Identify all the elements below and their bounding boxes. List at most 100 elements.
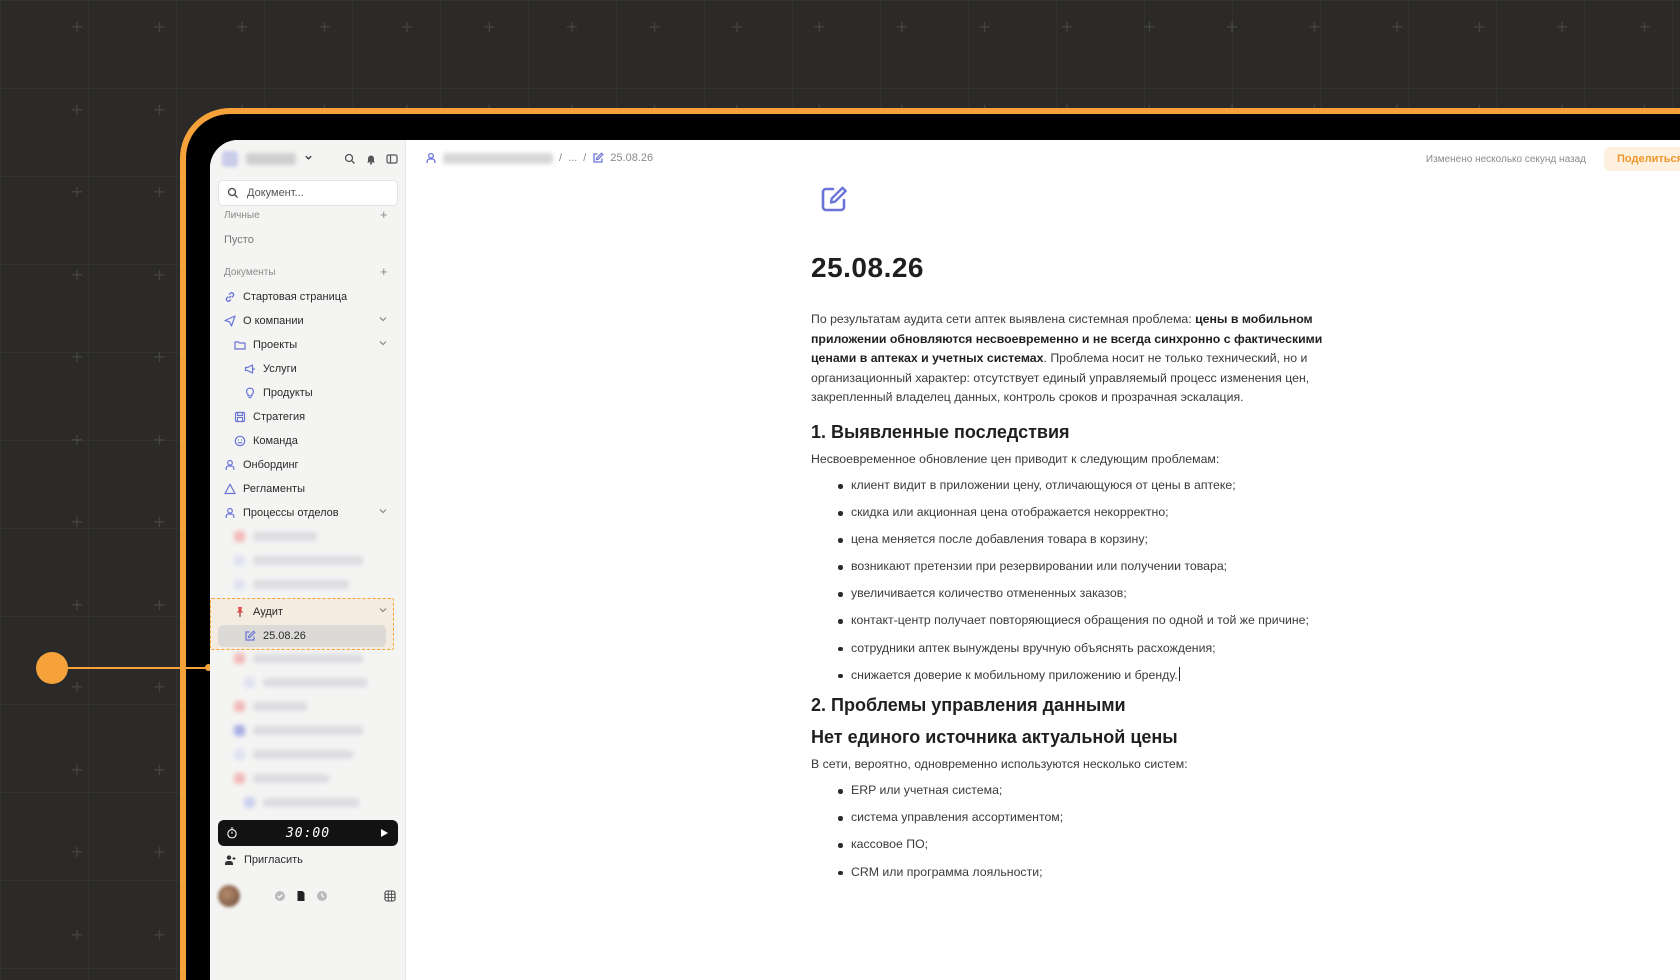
sidebar-item-label: Онбординг <box>243 459 299 471</box>
sidebar-item-audit[interactable]: Аудит <box>218 601 398 623</box>
background-plus: + <box>70 594 84 614</box>
section-heading[interactable]: 2. Проблемы управления данными <box>811 693 1351 717</box>
background-plus: + <box>400 17 414 36</box>
background-plus: + <box>235 17 249 36</box>
list-item[interactable]: контакт-центр получает повторяющиеся обр… <box>838 611 1351 631</box>
calendar-grid-icon[interactable] <box>384 890 396 902</box>
sidebar-item-team[interactable]: Команда <box>218 430 398 452</box>
bell-icon[interactable] <box>365 153 377 165</box>
sidebar-item-products[interactable]: Продукты <box>218 382 398 404</box>
focus-timer[interactable]: 30:00 <box>218 820 398 846</box>
search-input[interactable]: Документ... <box>218 180 398 206</box>
page-title[interactable]: 25.08.26 <box>811 252 1351 284</box>
sidebar-item-about[interactable]: О компании <box>218 310 398 332</box>
sidebar-item-onboarding[interactable]: Онбординг <box>218 454 398 476</box>
background-plus: + <box>152 594 167 614</box>
breadcrumb-ellipsis[interactable]: ... <box>568 152 577 164</box>
list-item[interactable]: CRM или программа лояльности; <box>838 863 1351 883</box>
sidebar-item-label: 25.08.26 <box>263 630 306 642</box>
list-item-text: снижается доверие к мобильному приложени… <box>851 667 1178 682</box>
background-plus: + <box>152 677 167 696</box>
sidebar-item-processes[interactable]: Процессы отделов <box>218 502 398 524</box>
background-plus: + <box>482 17 497 36</box>
list-item[interactable]: кассовое ПО; <box>838 835 1351 855</box>
blurred-item <box>234 772 329 784</box>
list-item-text: ERP или учетная система; <box>851 783 1003 798</box>
subsection-heading[interactable]: Нет единого источника актуальной цены <box>811 725 1351 749</box>
callout-marker <box>36 652 68 684</box>
sidebar-item-strategy[interactable]: Стратегия <box>218 406 398 428</box>
sidebar-item-start-page[interactable]: Стартовая страница <box>218 286 398 308</box>
background-plus: + <box>1142 17 1157 36</box>
edit-icon[interactable] <box>819 184 849 214</box>
sidebar-item-label: Регламенты <box>243 483 305 495</box>
section-heading[interactable]: 1. Выявленные последствия <box>811 420 1351 444</box>
background-plus: + <box>152 182 167 201</box>
sidebar-toggle-icon[interactable] <box>386 153 398 165</box>
share-button[interactable]: Поделиться <box>1604 147 1680 171</box>
search-icon[interactable] <box>344 153 356 165</box>
list-item[interactable]: снижается доверие к мобильному приложени… <box>838 666 1351 686</box>
person-icon <box>224 459 236 471</box>
play-icon[interactable] <box>378 827 390 839</box>
clock-icon[interactable] <box>316 890 328 902</box>
breadcrumb-root[interactable] <box>443 152 553 164</box>
background-plus: + <box>152 842 167 861</box>
list-item[interactable]: увеличивается количество отмененных зака… <box>838 584 1351 604</box>
topbar: / ... / 25.08.26 Изменено несколько секу… <box>407 140 1680 174</box>
breadcrumb-current[interactable]: 25.08.26 <box>610 152 653 164</box>
check-circle-icon[interactable] <box>274 890 286 902</box>
chevron-down-icon[interactable] <box>378 314 388 324</box>
blurred-item <box>234 700 307 712</box>
background-plus: + <box>1307 17 1322 36</box>
sidebar: Документ... Личные + Пусто Документы + С… <box>210 140 406 980</box>
list-item[interactable]: ERP или учетная система; <box>838 781 1351 801</box>
list-item-text: CRM или программа лояльности; <box>851 864 1043 879</box>
background-plus: + <box>152 347 167 366</box>
chevron-down-icon[interactable] <box>378 506 388 516</box>
background-plus: + <box>152 264 167 284</box>
blurred-item <box>244 796 359 808</box>
blurred-item <box>244 676 367 688</box>
add-personal-button[interactable]: + <box>380 207 388 222</box>
list-item-text: клиент видит в приложении цену, отличающ… <box>851 478 1236 492</box>
megaphone-icon <box>244 363 256 375</box>
background-plus: + <box>152 17 167 36</box>
sidebar-item-label: Стартовая страница <box>243 291 348 303</box>
section-lead[interactable]: Несвоевременное обновление цен приводит … <box>811 450 1351 470</box>
list-item[interactable]: цена меняется после добавления товара в … <box>838 530 1351 550</box>
add-document-button[interactable]: + <box>380 264 388 279</box>
list-item[interactable]: система управления ассортиментом; <box>838 808 1351 828</box>
list-item[interactable]: сотрудники аптек вынуждены вручную объяс… <box>838 639 1351 659</box>
list-item[interactable]: возникают претензии при резервировании и… <box>838 557 1351 577</box>
document-icon[interactable] <box>295 890 307 902</box>
sidebar-item-projects[interactable]: Проекты <box>218 334 398 356</box>
breadcrumb-separator: / <box>559 152 563 164</box>
invite-button[interactable]: Пригласить <box>224 854 303 866</box>
sidebar-item-services[interactable]: Услуги <box>218 358 398 380</box>
background-plus: + <box>70 512 84 531</box>
document: 25.08.26 По результатам аудита сети апте… <box>811 184 1351 890</box>
background-plus: + <box>812 17 827 36</box>
chevron-down-icon[interactable] <box>378 338 388 348</box>
intro-paragraph[interactable]: По результатам аудита сети аптек выявлен… <box>811 310 1351 408</box>
sidebar-item-doc-25-08-26[interactable]: 25.08.26 <box>218 625 386 647</box>
sidebar-item-label: Аудит <box>253 606 283 618</box>
section-lead[interactable]: В сети, вероятно, одновременно использую… <box>811 755 1351 775</box>
chevron-down-icon[interactable] <box>378 605 388 615</box>
background-plus: + <box>70 17 84 36</box>
list-item-text: система управления ассортиментом; <box>851 810 1064 825</box>
list-item[interactable]: скидка или акционная цена отображается н… <box>838 503 1351 523</box>
chevron-down-icon[interactable] <box>304 153 313 165</box>
blurred-item <box>234 652 363 664</box>
blurred-item <box>234 554 363 566</box>
avatar[interactable] <box>218 885 240 907</box>
list-item-text: контакт-центр получает повторяющиеся обр… <box>851 613 1309 628</box>
sidebar-item-label: О компании <box>243 315 304 327</box>
sidebar-item-regulations[interactable]: Регламенты <box>218 478 398 500</box>
person-icon <box>224 507 236 519</box>
list-item-text: кассовое ПО; <box>851 837 929 852</box>
background-plus: + <box>152 99 167 119</box>
list-item[interactable]: клиент видит в приложении цену, отличающ… <box>838 476 1351 496</box>
workspace-switcher[interactable] <box>222 150 398 168</box>
